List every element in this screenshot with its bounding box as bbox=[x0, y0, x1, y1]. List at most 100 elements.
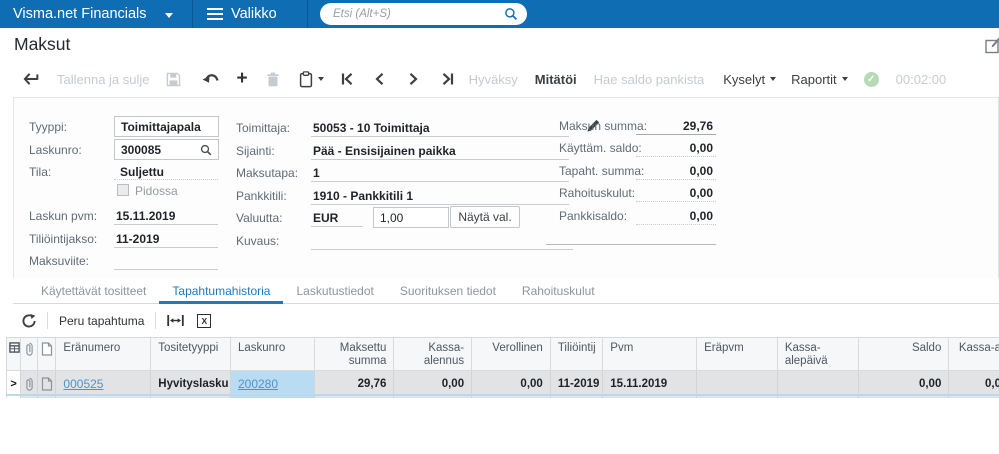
undo-transaction-button[interactable]: Peru tapahtuma bbox=[59, 314, 144, 328]
fit-width-icon[interactable] bbox=[167, 314, 185, 327]
pankkitili-label: Pankkitili: bbox=[236, 189, 287, 203]
tab-suorituksen-tiedot[interactable]: Suorituksen tiedot bbox=[387, 278, 509, 304]
toolbar-divider bbox=[155, 312, 157, 329]
field-underline bbox=[114, 269, 218, 270]
title-row: Maksut bbox=[0, 28, 999, 61]
app-brand[interactable]: Visma.net Financials bbox=[13, 0, 147, 28]
save-icon[interactable] bbox=[166, 72, 181, 87]
payment-form-panel: Tyyppi: Toimittajapala Laskunro: 300085 … bbox=[13, 97, 999, 278]
document-icon bbox=[37, 337, 57, 371]
tab-laskutustiedot[interactable]: Laskutustiedot bbox=[283, 278, 386, 304]
pankkitili-field[interactable]: 1910 - Pankkitili 1 bbox=[313, 189, 413, 203]
col-laskunro[interactable]: Laskunro bbox=[230, 337, 315, 371]
reports-menu[interactable]: Raportit bbox=[791, 72, 848, 87]
record-toolbar: Tallenna ja sulje + Hyväksy Mitätöi Hae … bbox=[0, 61, 999, 97]
active-row-underline bbox=[6, 394, 999, 396]
col-maksettu-summa[interactable]: Maksettu summa bbox=[314, 337, 395, 371]
tiliointijakso-field[interactable]: 11-2019 bbox=[116, 232, 159, 246]
delete-icon[interactable] bbox=[266, 72, 280, 87]
field-underline bbox=[114, 247, 218, 248]
search-icon[interactable] bbox=[504, 7, 518, 21]
show-currency-button[interactable]: Näytä val. bbox=[450, 206, 520, 228]
field-underline bbox=[114, 179, 218, 180]
undo-icon[interactable] bbox=[202, 73, 220, 86]
last-record-button[interactable] bbox=[441, 73, 454, 85]
valuutta-label: Valuutta: bbox=[236, 211, 283, 225]
kuvaus-label: Kuvaus: bbox=[236, 234, 280, 248]
grid-toolbar: Peru tapahtuma X bbox=[13, 304, 212, 337]
col-pvm[interactable]: Pvm bbox=[602, 337, 698, 371]
tab-kaytettavat-tositteet[interactable]: Käytettävät tositteet bbox=[28, 278, 159, 304]
col-kassa-alepaiva[interactable]: Kassa-alepäivä bbox=[777, 337, 859, 371]
pankkisaldo-value: 0,00 bbox=[689, 209, 713, 223]
caret-down-icon bbox=[770, 77, 777, 81]
pidossa-checkbox[interactable] bbox=[117, 184, 129, 196]
tyyppi-label: Tyyppi: bbox=[29, 120, 68, 134]
refresh-icon[interactable] bbox=[22, 313, 36, 328]
export-to-excel-icon[interactable]: X bbox=[197, 313, 212, 328]
field-underline bbox=[636, 224, 716, 225]
field-underline bbox=[311, 159, 569, 160]
caret-down-icon bbox=[317, 77, 324, 81]
first-record-button[interactable] bbox=[341, 73, 354, 85]
void-button[interactable]: Mitätöi bbox=[535, 72, 577, 87]
transaction-history-grid: Eränumero Tositetyyppi Laskunro Maksettu… bbox=[5, 337, 999, 398]
topbar-divider bbox=[307, 0, 308, 28]
maksutapa-field[interactable]: 1 bbox=[313, 166, 320, 180]
search-placeholder: Etsi (Alt+S) bbox=[333, 8, 391, 20]
menu-hamburger-icon[interactable] bbox=[207, 8, 223, 20]
col-verollinen[interactable]: Verollinen bbox=[471, 337, 551, 371]
tila-value: Suljettu bbox=[120, 165, 164, 179]
approve-button[interactable]: Hyväksy bbox=[469, 72, 518, 87]
eranumero-link[interactable]: 000525 bbox=[63, 377, 103, 391]
add-record-button[interactable]: + bbox=[237, 69, 248, 88]
col-kassa-a[interactable]: Kassa-a bbox=[948, 337, 999, 371]
pidossa-label: Pidossa bbox=[135, 184, 178, 198]
toimittaja-field[interactable]: 50053 - 10 Toimittaja bbox=[313, 121, 430, 135]
previous-record-button[interactable] bbox=[375, 73, 384, 85]
notes-icon[interactable] bbox=[985, 37, 999, 54]
tab-rahoituskulut[interactable]: Rahoituskulut bbox=[509, 278, 608, 304]
laskunro-input[interactable]: 300085 bbox=[114, 139, 219, 160]
lookup-icon[interactable] bbox=[200, 144, 212, 156]
col-erapvm[interactable]: Eräpvm bbox=[696, 337, 778, 371]
tiliointijakso-label: Tiliöintijakso: bbox=[29, 232, 98, 246]
copy-paste-menu[interactable] bbox=[299, 70, 324, 88]
back-button[interactable] bbox=[23, 72, 40, 86]
col-eranumero[interactable]: Eränumero bbox=[55, 337, 152, 371]
sijainti-field[interactable]: Pää - Ensisijainen paikka bbox=[313, 144, 456, 158]
field-underline bbox=[636, 179, 716, 180]
next-record-button[interactable] bbox=[409, 73, 418, 85]
currency-value[interactable]: EUR bbox=[313, 211, 338, 225]
fetch-bank-balance-button[interactable]: Hae saldo pankista bbox=[594, 72, 705, 87]
currency-rate-select[interactable]: 1,00 bbox=[373, 207, 449, 228]
paperclip-icon bbox=[20, 337, 39, 371]
toimittaja-label: Toimittaja: bbox=[236, 121, 291, 135]
col-kassa-alennus[interactable]: Kassa-alennus bbox=[393, 337, 473, 371]
global-search-input[interactable]: Etsi (Alt+S) bbox=[320, 3, 527, 25]
tapaht-summa-value: 0,00 bbox=[689, 164, 713, 178]
detail-tabs: Käytettävät tositteet Tapahtumahistoria … bbox=[13, 278, 999, 304]
kayttam-saldo-value: 0,00 bbox=[689, 141, 713, 155]
maksuviite-label: Maksuviite: bbox=[29, 254, 90, 268]
sijainti-label: Sijainti: bbox=[236, 144, 275, 158]
save-and-close-button[interactable]: Tallenna ja sulje bbox=[57, 72, 150, 87]
status-check-icon: ✓ bbox=[863, 71, 879, 87]
menu-button[interactable]: Valikko bbox=[231, 0, 277, 28]
col-saldo[interactable]: Saldo bbox=[858, 337, 950, 371]
toolbar-divider bbox=[47, 312, 48, 329]
page-title: Maksut bbox=[14, 34, 71, 54]
laskunro-link[interactable]: 200280 bbox=[238, 377, 278, 391]
tyyppi-select[interactable]: Toimittajapala bbox=[114, 116, 219, 137]
grid-settings-icon[interactable] bbox=[5, 337, 22, 371]
col-tositetyyppi[interactable]: Tositetyyppi bbox=[150, 337, 231, 371]
top-navigation-bar: Visma.net Financials Valikko Etsi (Alt+S… bbox=[0, 0, 999, 28]
laskun-pvm-field[interactable]: 15.11.2019 bbox=[116, 209, 175, 223]
rahoituskulut-value: 0,00 bbox=[689, 186, 713, 200]
session-timer: 00:02:00 bbox=[895, 71, 947, 87]
tab-tapahtumahistoria[interactable]: Tapahtumahistoria bbox=[159, 278, 284, 304]
tila-label: Tila: bbox=[29, 165, 52, 179]
field-underline bbox=[636, 156, 716, 157]
col-tiliointij[interactable]: Tiliöintij bbox=[550, 337, 604, 371]
inquiries-menu[interactable]: Kyselyt bbox=[723, 72, 777, 87]
